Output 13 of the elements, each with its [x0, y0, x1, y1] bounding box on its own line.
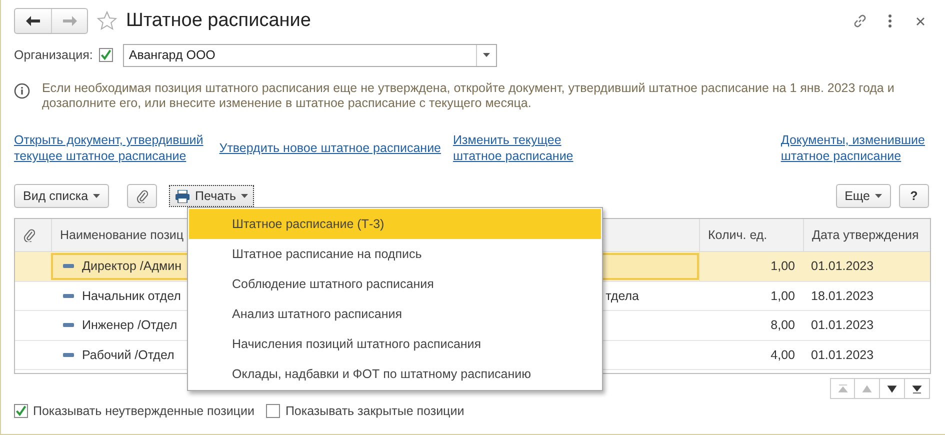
date-cell-text: 01.01.2023 — [810, 346, 875, 364]
quantity-cell: 1,00 — [699, 252, 803, 280]
date-cell-text: 01.01.2023 — [810, 258, 875, 276]
window-title: Штатное расписание — [126, 10, 312, 32]
date-cell-text: 18.01.2023 — [810, 288, 875, 305]
date-cell-text: 01.01.2023 — [810, 317, 875, 334]
quantity-cell-text: 8,00 — [770, 317, 796, 334]
info-message: Если необходимая позиция штатного расписания еще не утверждена, откройте документ, утвердивший штатное расписание на 1 янв. 2023 года и дозаполните его, или внесите изменение в штатное расписание с текущего месяца. — [42, 81, 896, 111]
quantity-cell-text: 1,00 — [770, 288, 796, 305]
quantity-cell-text: 4,00 — [770, 346, 796, 364]
checkbox-label: Показывать закрытые позиции — [285, 404, 464, 418]
checkbox-label: Показывать неутвержденные позиции — [33, 404, 254, 418]
organization-label: Организация: — [14, 48, 93, 62]
